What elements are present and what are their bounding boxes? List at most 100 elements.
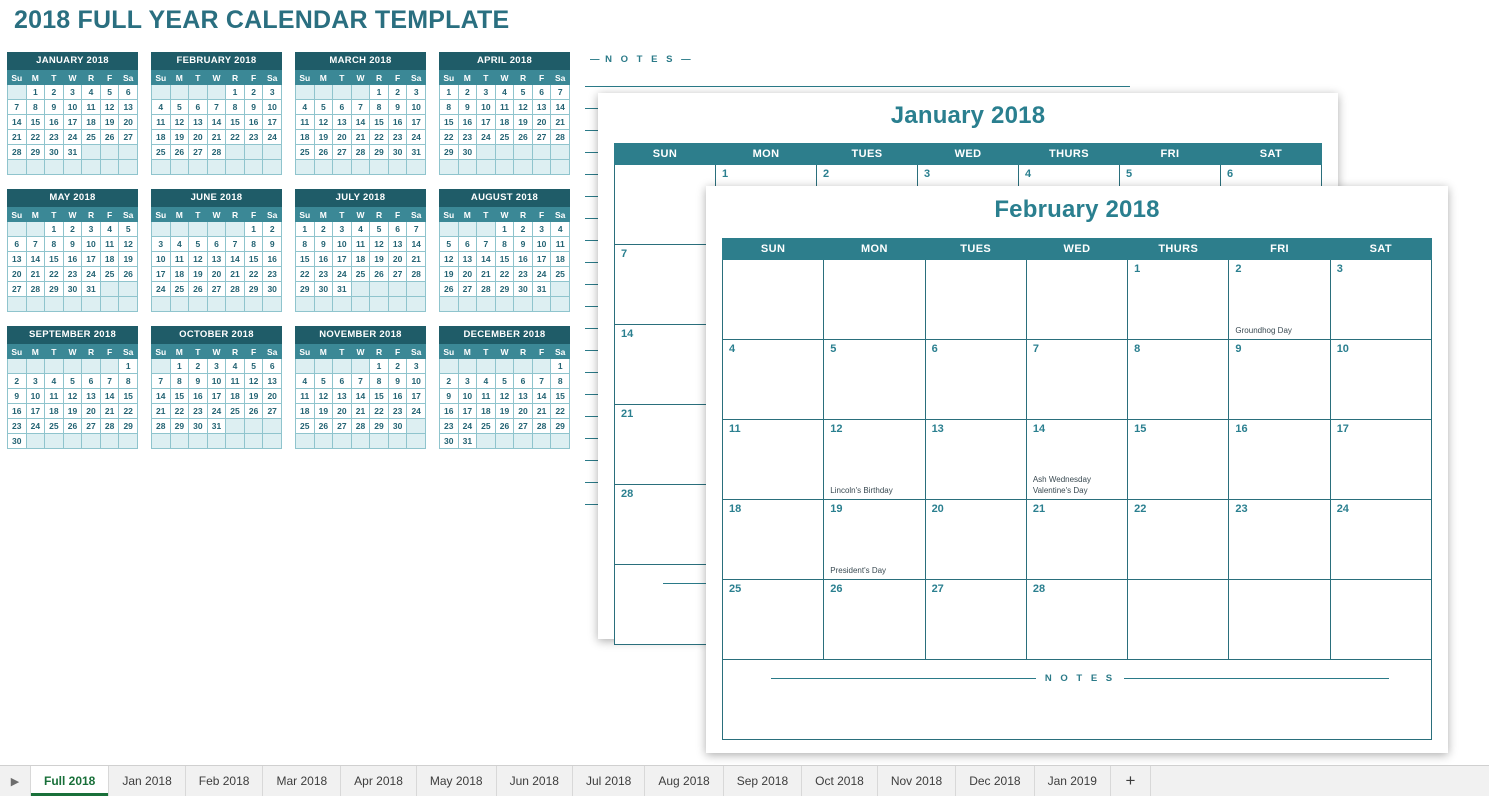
sheet-tab-apr-2018[interactable]: Apr 2018 (341, 766, 417, 796)
weekday-header-tues: TUES (816, 143, 918, 165)
mini-weekday-header: Sa (550, 70, 570, 85)
day-cell[interactable]: 24 (1329, 499, 1433, 580)
day-cell[interactable]: 28 (614, 484, 716, 565)
mini-day-cell: 20 (513, 403, 533, 419)
day-cell[interactable]: 20 (924, 499, 1027, 580)
mini-day-cell: 17 (262, 114, 282, 130)
day-cell[interactable]: 28 (1025, 579, 1129, 660)
mini-calendar-grid: Su M T W R F Sa 1 2 3 4 5 6 7 8 9 10 11 12 13 14 15 16 17 18 19 20… (439, 344, 570, 449)
mini-day-cell: 15 (295, 251, 315, 267)
day-cell[interactable]: 15 (1127, 419, 1230, 500)
sheet-tab-jun-2018[interactable]: Jun 2018 (497, 766, 573, 796)
day-cell[interactable]: 19 President's Day (823, 499, 926, 580)
day-cell[interactable]: 23 (1228, 499, 1331, 580)
day-cell-empty[interactable] (924, 259, 1027, 340)
mini-day-empty (262, 144, 282, 160)
sheet-tab-nov-2018[interactable]: Nov 2018 (878, 766, 957, 796)
mini-day-cell: 25 (151, 144, 171, 160)
day-cell[interactable]: 18 (721, 499, 825, 580)
day-cell[interactable]: 3 (1329, 259, 1433, 340)
weekday-header-sat: SAT (1220, 143, 1322, 165)
mini-day-empty (151, 433, 171, 449)
sheet-tab-aug-2018[interactable]: Aug 2018 (645, 766, 724, 796)
day-cell[interactable]: 1 (1127, 259, 1230, 340)
mini-day-empty (439, 358, 459, 374)
day-cell[interactable]: 14 (614, 324, 716, 405)
sheet-tab-jan-2018[interactable]: Jan 2018 (109, 766, 186, 796)
mini-weekday-header: Sa (118, 70, 138, 85)
mini-day-cell: 23 (44, 129, 64, 145)
day-cell[interactable]: 22 (1127, 499, 1230, 580)
weekday-header-sun: SUN (721, 238, 825, 260)
mini-day-cell: 18 (44, 403, 64, 419)
mini-day-cell: 10 (406, 99, 426, 115)
day-cell[interactable]: 4 (721, 339, 825, 420)
sheet-tab-dec-2018[interactable]: Dec 2018 (956, 766, 1035, 796)
day-cell[interactable]: 17 (1329, 419, 1433, 500)
day-cell[interactable]: 21 (614, 404, 716, 485)
mini-day-empty (243, 418, 264, 434)
day-cell-empty[interactable] (823, 259, 926, 340)
mini-day-empty (118, 296, 138, 312)
add-sheet-button[interactable]: + (1111, 766, 1151, 796)
month-sheet-february[interactable]: February 2018 SUN MON TUES WED THURS FRI SAT 1 2… (706, 186, 1448, 753)
day-cell[interactable]: 14 Ash Wednesday Valentine's Day (1025, 419, 1129, 500)
sheet-tab-may-2018[interactable]: May 2018 (417, 766, 497, 796)
mini-day-cell: 5 (513, 84, 533, 100)
mini-day-cell: 25 (99, 266, 120, 282)
notes-line-right (1124, 678, 1390, 679)
day-cell[interactable]: 6 (924, 339, 1027, 420)
day-cell[interactable]: 26 (823, 579, 926, 660)
mini-day-cell: 7 (99, 373, 120, 389)
day-cell[interactable]: 27 (924, 579, 1027, 660)
day-cell[interactable]: 8 (1127, 339, 1230, 420)
mini-day-empty (225, 296, 245, 312)
day-cell-empty[interactable] (1025, 259, 1129, 340)
mini-day-cell: 21 (550, 114, 570, 130)
day-cell[interactable]: 11 (721, 419, 825, 500)
mini-day-empty (457, 159, 478, 175)
mini-day-cell: 27 (513, 418, 533, 434)
mini-weekday-header: F (387, 207, 408, 222)
mini-day-cell: 7 (476, 236, 496, 252)
day-cell-empty[interactable] (1127, 579, 1230, 660)
mini-day-cell: 19 (313, 129, 334, 145)
mini-day-empty (188, 84, 208, 100)
sheet-tab-mar-2018[interactable]: Mar 2018 (263, 766, 342, 796)
mini-day-cell: 31 (406, 144, 426, 160)
day-cell-empty[interactable] (614, 164, 716, 245)
sheet-tab-oct-2018[interactable]: Oct 2018 (802, 766, 878, 796)
sheet-nav-arrow-icon[interactable]: ▶ (0, 766, 30, 796)
day-cell[interactable]: 7 (614, 244, 716, 325)
day-number: 7 (1032, 343, 1039, 355)
day-cell[interactable]: 25 (721, 579, 825, 660)
day-cell-empty[interactable] (1228, 579, 1331, 660)
day-cell[interactable]: 21 (1025, 499, 1129, 580)
day-cell[interactable]: 13 (924, 419, 1027, 500)
day-cell-empty[interactable] (1329, 579, 1433, 660)
day-cell[interactable]: 7 (1025, 339, 1129, 420)
mini-day-cell: 20 (188, 129, 208, 145)
mini-day-empty (44, 159, 64, 175)
sheet-tab-full-2018[interactable]: Full 2018 (30, 766, 110, 796)
mini-calendar: MARCH 2018 Su M T W R F Sa 1 2 3 4 5 6 7 8 9 10 11 12 13 14 15… (295, 52, 426, 175)
day-cell[interactable]: 16 (1228, 419, 1331, 500)
day-number: 1 (722, 168, 729, 180)
mini-day-cell: 20 (81, 403, 101, 419)
day-cell[interactable]: 2 Groundhog Day (1228, 259, 1331, 340)
mini-day-cell: 22 (550, 403, 570, 419)
day-number: 14 (1032, 423, 1046, 435)
day-cell-empty[interactable] (721, 259, 825, 340)
mini-day-cell: 2 (387, 84, 408, 100)
sheet-tab-jan-2019[interactable]: Jan 2019 (1035, 766, 1111, 796)
mini-day-empty (188, 433, 208, 449)
sheet-tab-feb-2018[interactable]: Feb 2018 (186, 766, 264, 796)
day-cell[interactable]: 10 (1329, 339, 1433, 420)
notes-panel[interactable]: N O T E S (722, 659, 1432, 740)
day-cell[interactable]: 9 (1228, 339, 1331, 420)
mini-day-cell: 27 (332, 418, 352, 434)
sheet-tab-jul-2018[interactable]: Jul 2018 (573, 766, 646, 796)
sheet-tab-sep-2018[interactable]: Sep 2018 (724, 766, 803, 796)
day-cell[interactable]: 5 (823, 339, 926, 420)
day-cell[interactable]: 12 Lincoln's Birthday (823, 419, 926, 500)
